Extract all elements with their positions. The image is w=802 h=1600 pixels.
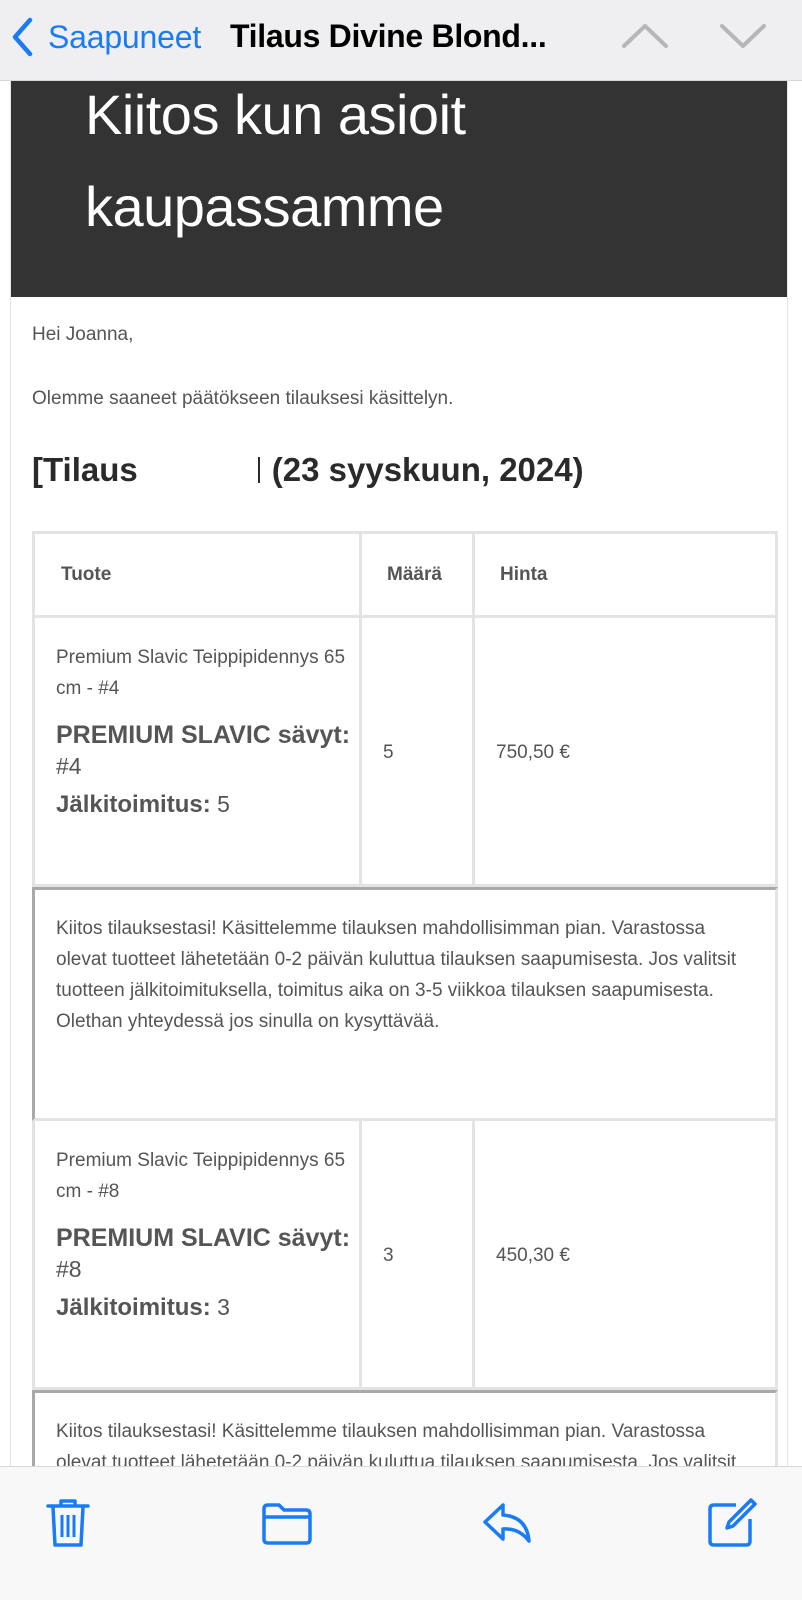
backorder-line: Jälkitoimitus: 5 <box>56 791 359 819</box>
redaction-mark <box>257 457 260 483</box>
variant-label: PREMIUM SLAVIC sävyt: <box>56 1224 351 1252</box>
reply-icon <box>483 1503 531 1543</box>
chevron-down-icon <box>720 24 766 48</box>
product-cell: Premium Slavic Teippipidennys 65 cm - #4… <box>35 618 362 887</box>
backorder-value: 5 <box>217 791 230 817</box>
bottom-toolbar <box>0 1466 802 1600</box>
backorder-value: 3 <box>217 1294 230 1320</box>
order-date: (23 syyskuun, 2024) <box>271 451 584 488</box>
compose-button[interactable] <box>706 1497 758 1554</box>
intro-text: Olemme saaneet päätökseen tilauksesi käs… <box>32 388 454 409</box>
backorder-label: Jälkitoimitus: <box>56 791 211 818</box>
greeting-text: Hei Joanna, <box>32 324 134 345</box>
back-button-label: Saapuneet <box>48 18 202 55</box>
next-message-button[interactable] <box>718 20 768 57</box>
column-header-price: Hinta <box>475 534 775 618</box>
order-table: Tuote Määrä Hinta Premium Slavic Teippip… <box>32 531 778 1466</box>
price-cell: 450,30 € <box>475 1121 775 1390</box>
table-row: Premium Slavic Teippipidennys 65 cm - #4… <box>32 618 778 887</box>
table-row: Premium Slavic Teippipidennys 65 cm - #8… <box>32 1121 778 1390</box>
previous-message-button[interactable] <box>620 20 670 57</box>
order-note: Kiitos tilauksestasi! Käsittelemme tilau… <box>32 1390 778 1466</box>
folder-icon <box>262 1503 312 1545</box>
order-heading: [Tilaus (23 syyskuun, 2024) <box>32 451 584 489</box>
move-to-folder-button[interactable] <box>261 1497 313 1554</box>
back-to-inbox-button[interactable]: Saapuneet <box>10 12 201 62</box>
backorder-line: Jälkitoimitus: 3 <box>56 1294 359 1322</box>
product-name: Premium Slavic Teippipidennys 65 cm - #4 <box>56 647 346 699</box>
price-cell: 750,50 € <box>475 618 775 887</box>
navigation-bar: Saapuneet Tilaus Divine Blond... <box>0 0 802 81</box>
delete-button[interactable] <box>45 1497 91 1554</box>
order-note: Kiitos tilauksestasi! Käsittelemme tilau… <box>32 887 778 1121</box>
quantity-cell: 3 <box>362 1121 475 1390</box>
trash-icon <box>46 1499 90 1547</box>
column-header-product: Tuote <box>35 534 362 618</box>
product-cell: Premium Slavic Teippipidennys 65 cm - #8… <box>35 1121 362 1390</box>
variant-label: PREMIUM SLAVIC sävyt: <box>56 721 351 749</box>
order-heading-label: [Tilaus <box>32 451 138 488</box>
chevron-up-icon <box>622 24 668 48</box>
shade-value: #8 <box>56 1256 82 1282</box>
table-header-row: Tuote Määrä Hinta <box>32 531 778 618</box>
quantity-cell: 5 <box>362 618 475 887</box>
reply-button[interactable] <box>481 1497 533 1554</box>
product-name: Premium Slavic Teippipidennys 65 cm - #8 <box>56 1150 346 1202</box>
hero-title: Kiitos kun asioit kaupassamme <box>85 83 466 238</box>
email-hero-banner: Kiitos kun asioit kaupassamme <box>11 81 787 297</box>
message-subject-title: Tilaus Divine Blond... <box>230 18 547 54</box>
chevron-left-icon <box>12 17 33 57</box>
compose-icon <box>708 1498 757 1547</box>
shade-value: #4 <box>56 753 82 779</box>
column-header-quantity: Määrä <box>362 534 475 618</box>
backorder-label: Jälkitoimitus: <box>56 1294 211 1321</box>
email-body: Kiitos kun asioit kaupassamme Hei Joanna… <box>10 81 788 1466</box>
